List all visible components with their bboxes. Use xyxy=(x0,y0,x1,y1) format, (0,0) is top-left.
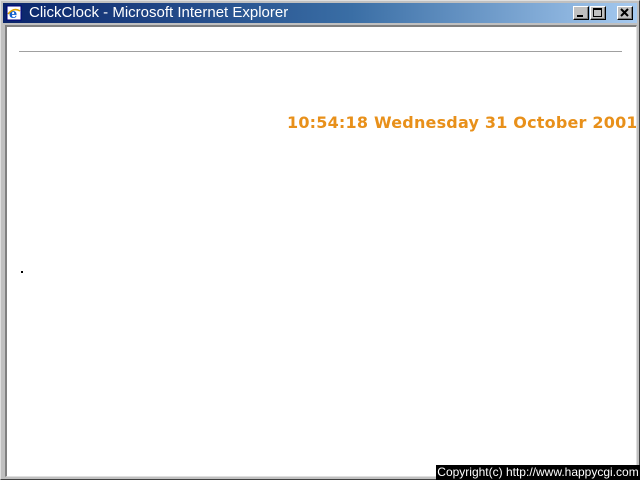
window-title: ClickClock - Microsoft Internet Explorer xyxy=(29,4,289,21)
copyright-banner[interactable]: Copyright(c) http://www.happycgi.com xyxy=(436,465,640,480)
minimize-icon xyxy=(577,15,583,17)
close-button[interactable] xyxy=(617,6,633,20)
page-content[interactable]: 10:54:18 Wednesday 31 October 2001 xyxy=(5,25,637,477)
close-icon xyxy=(620,8,629,17)
minimize-button[interactable] xyxy=(573,6,589,20)
title-bar[interactable]: e ClickClock - Microsoft Internet Explor… xyxy=(3,3,637,23)
browser-window: e ClickClock - Microsoft Internet Explor… xyxy=(0,0,640,480)
maximize-icon xyxy=(593,8,602,17)
horizontal-rule xyxy=(19,51,622,53)
dot-mark xyxy=(21,271,23,273)
clock-display: 10:54:18 Wednesday 31 October 2001 xyxy=(287,113,637,132)
internet-explorer-icon[interactable]: e xyxy=(6,5,22,22)
maximize-button[interactable] xyxy=(590,6,606,20)
